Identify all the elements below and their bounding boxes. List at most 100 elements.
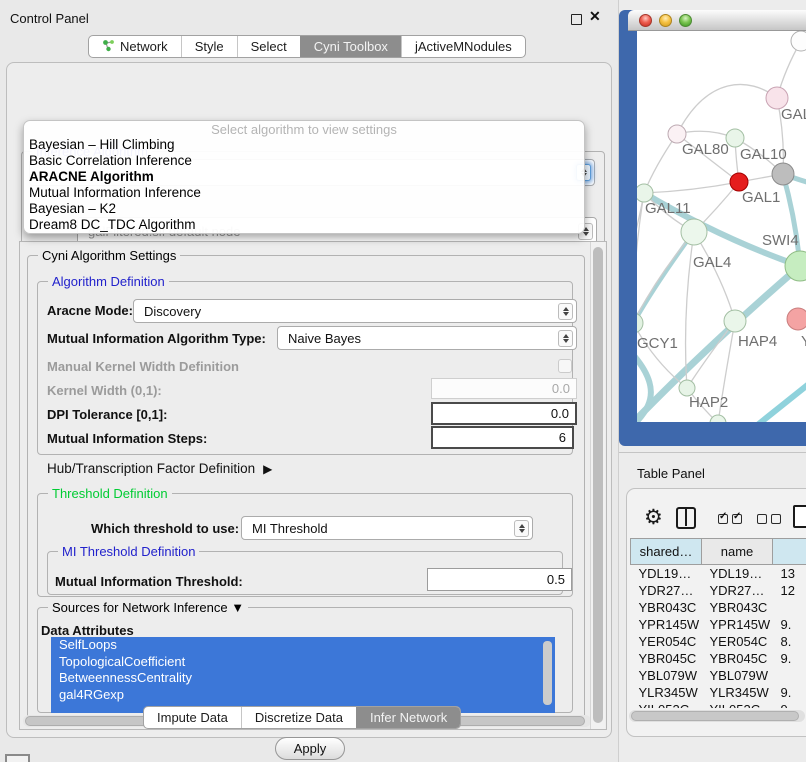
table-cell: YPR145W bbox=[702, 616, 773, 633]
attribute-list-scrollbar[interactable] bbox=[543, 641, 552, 705]
column-header-shared[interactable]: shared… bbox=[631, 539, 702, 565]
node-gray[interactable] bbox=[772, 163, 794, 185]
network-window-titlebar[interactable] bbox=[628, 10, 806, 31]
dpi-tolerance-field[interactable]: 0.0 bbox=[431, 402, 577, 425]
combo-arrows-icon bbox=[558, 330, 573, 347]
deselect-all-checkboxes-icon[interactable] bbox=[757, 514, 781, 524]
select-all-checkboxes-icon[interactable] bbox=[718, 514, 742, 524]
node-top-partial[interactable] bbox=[791, 31, 806, 51]
dpi-tolerance-label: DPI Tolerance [0,1]: bbox=[47, 407, 167, 422]
close-icon[interactable]: ✕ bbox=[589, 8, 601, 25]
table-cell: YDR27… bbox=[702, 582, 773, 599]
tab-cyni-toolbox[interactable]: Cyni Toolbox bbox=[300, 36, 401, 57]
node-label: Y bbox=[801, 333, 806, 350]
node-label: GAL80 bbox=[682, 141, 729, 158]
popup-item-mutual-information-inference[interactable]: Mutual Information Inference bbox=[24, 185, 584, 201]
columns-icon[interactable] bbox=[676, 507, 696, 529]
mi-threshold-title: MI Threshold Definition bbox=[58, 544, 199, 559]
tab-impute-data[interactable]: Impute Data bbox=[144, 707, 241, 728]
table-row[interactable]: YIL052CYIL052C9 bbox=[631, 701, 806, 709]
table-cell: 12 bbox=[773, 582, 806, 599]
node-label: GAL7 bbox=[781, 106, 806, 123]
node-label: SWI4 bbox=[762, 232, 799, 249]
hub-definition-expander[interactable]: Hub/Transcription Factor Definition▶ bbox=[47, 461, 272, 476]
table-cell: 9. bbox=[773, 616, 806, 633]
aracne-mode-combo[interactable]: Discovery bbox=[133, 299, 577, 323]
table-row[interactable]: YPR145WYPR145W9. bbox=[631, 616, 806, 633]
expander-arrow-icon: ▶ bbox=[263, 462, 272, 476]
node-gal4[interactable] bbox=[681, 219, 707, 245]
mi-steps-field[interactable]: 6 bbox=[431, 426, 574, 449]
tab-jactivemnodules[interactable]: jActiveMNodules bbox=[401, 36, 525, 57]
apply-button[interactable]: Apply bbox=[275, 737, 345, 760]
table-cell: YDL19… bbox=[702, 565, 773, 582]
attribute-item-selfloops[interactable]: SelfLoops bbox=[51, 637, 555, 654]
tab-select[interactable]: Select bbox=[237, 36, 300, 57]
table-row[interactable]: YER054CYER054C8. bbox=[631, 633, 806, 650]
table-cell: YBL079W bbox=[631, 667, 702, 684]
node-label: GAL1 bbox=[742, 189, 780, 206]
settings-vertical-scrollbar[interactable] bbox=[590, 242, 605, 729]
table-row[interactable]: YBL079WYBL079W bbox=[631, 667, 806, 684]
column-header-attr[interactable] bbox=[773, 539, 806, 565]
which-threshold-value: MI Threshold bbox=[242, 521, 514, 536]
table-horizontal-scrollbar[interactable] bbox=[629, 710, 805, 722]
popup-item-dream8-dc-tdc-algorithm[interactable]: Dream8 DC_TDC Algorithm bbox=[24, 217, 584, 233]
minimize-traffic-icon[interactable] bbox=[659, 14, 672, 27]
aracne-mode-value: Discovery bbox=[134, 304, 558, 319]
node-table: shared…nameYDL19…YDL19…13YDR27…YDR27…12Y… bbox=[630, 538, 806, 708]
node-gcy1[interactable] bbox=[637, 313, 643, 333]
network-canvas[interactable]: GAL7GAL80GAL10GAL1GAL11GAL4SWI4GCY1HAP4Y… bbox=[637, 31, 806, 422]
combo-arrows-icon bbox=[514, 520, 529, 537]
new-table-icon[interactable] bbox=[793, 505, 806, 528]
table-row[interactable]: YBR043CYBR043C bbox=[631, 599, 806, 616]
network-view-window: GAL7GAL80GAL10GAL1GAL11GAL4SWI4GCY1HAP4Y… bbox=[619, 10, 806, 446]
zoom-traffic-icon[interactable] bbox=[679, 14, 692, 27]
node-salmon[interactable] bbox=[787, 308, 806, 330]
table-cell: 13 bbox=[773, 565, 806, 582]
table-cell: YPR145W bbox=[631, 616, 702, 633]
mi-type-label: Mutual Information Algorithm Type: bbox=[47, 331, 266, 346]
column-header-name[interactable]: name bbox=[702, 539, 773, 565]
float-window-icon[interactable] bbox=[571, 14, 582, 25]
data-attributes-label: Data Attributes bbox=[41, 623, 134, 638]
table-cell: YER054C bbox=[702, 633, 773, 650]
tab-label: Infer Network bbox=[370, 710, 447, 725]
tab-infer-network[interactable]: Infer Network bbox=[356, 707, 460, 728]
popup-item-bayesian-hill-climbing[interactable]: Bayesian – Hill Climbing bbox=[24, 137, 584, 153]
tab-label: Impute Data bbox=[157, 710, 228, 725]
attribute-item-topologicalcoefficient[interactable]: TopologicalCoefficient bbox=[51, 654, 555, 671]
tab-label: Select bbox=[251, 39, 287, 54]
mi-type-combo[interactable]: Naive Bayes bbox=[277, 326, 577, 350]
popup-placeholder: Select algorithm to view settings bbox=[24, 122, 584, 137]
table-row[interactable]: YDR27…YDR27…12 bbox=[631, 582, 806, 599]
table-cell: YDL19… bbox=[631, 565, 702, 582]
mi-threshold-field[interactable]: 0.5 bbox=[427, 568, 572, 591]
close-traffic-icon[interactable] bbox=[639, 14, 652, 27]
manual-kernel-checkbox[interactable] bbox=[558, 359, 572, 373]
popup-item-aracne-algorithm[interactable]: ARACNE Algorithm bbox=[24, 169, 584, 185]
popup-item-basic-correlation-inference[interactable]: Basic Correlation Inference bbox=[24, 153, 584, 169]
node-bottom-partial[interactable] bbox=[710, 415, 726, 422]
tab-style[interactable]: Style bbox=[181, 36, 237, 57]
attribute-item-gal4rgexp[interactable]: gal4RGexp bbox=[51, 687, 555, 704]
table-panel-title: Table Panel bbox=[637, 466, 705, 481]
tab-network[interactable]: Network bbox=[89, 36, 181, 57]
network-edge bbox=[644, 134, 677, 193]
mi-type-value: Naive Bayes bbox=[278, 331, 558, 346]
tab-discretize-data[interactable]: Discretize Data bbox=[241, 707, 356, 728]
tab-bar: Network Style Select Cyni ToolboxjActiveMNo… bbox=[88, 35, 526, 58]
attribute-item-betweennesscentrality[interactable]: BetweennessCentrality bbox=[51, 670, 555, 687]
network-edge bbox=[750, 379, 806, 422]
node-label: GCY1 bbox=[637, 335, 678, 352]
table-row[interactable]: YBR045CYBR045C9. bbox=[631, 650, 806, 667]
which-threshold-combo[interactable]: MI Threshold bbox=[241, 516, 533, 540]
gear-icon[interactable]: ⚙ bbox=[644, 506, 663, 530]
tab-label: Network bbox=[120, 39, 168, 54]
collapse-arrow-icon[interactable]: ▼ bbox=[231, 600, 244, 615]
table-row[interactable]: YDL19…YDL19…13 bbox=[631, 565, 806, 582]
node-hap4[interactable] bbox=[724, 310, 746, 332]
table-row[interactable]: YLR345WYLR345W9. bbox=[631, 684, 806, 701]
popup-item-bayesian-k2[interactable]: Bayesian – K2 bbox=[24, 201, 584, 217]
data-attributes-list[interactable]: SelfLoopsTopologicalCoefficientBetweenne… bbox=[51, 637, 555, 713]
